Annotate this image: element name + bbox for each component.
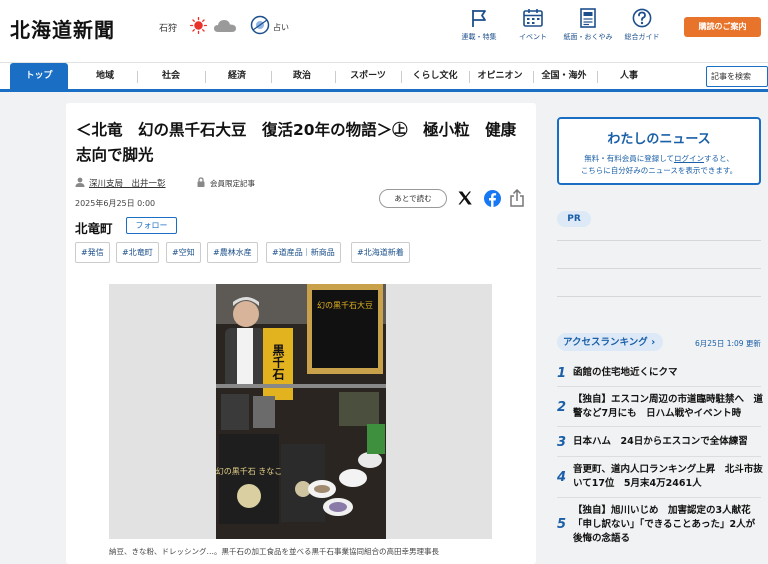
nav-divider	[401, 71, 402, 83]
photo-illustration: 黒千石 幻の黒千石大豆 幻の黒千石 きなこ	[109, 284, 492, 539]
newspaper-icon	[580, 8, 596, 28]
tab-world[interactable]: 全国・海外	[536, 63, 592, 90]
ranking-divider	[557, 497, 761, 498]
nav-divider	[469, 71, 470, 83]
nav-divider	[205, 71, 206, 83]
chevron-right-icon: ›	[651, 337, 656, 348]
tag-link[interactable]: #北竜町	[116, 242, 159, 263]
publish-date: 2025年6月25日 0:00	[75, 199, 156, 208]
site-logo[interactable]: 北海道新聞	[10, 14, 115, 43]
tab-lifestyle[interactable]: くらし文化	[405, 63, 465, 90]
nav-divider	[533, 71, 534, 83]
search-input[interactable]: 記事を検索	[706, 66, 768, 87]
nav-events-label: イベント	[519, 33, 547, 41]
tab-sports[interactable]: スポーツ	[340, 63, 396, 90]
tag-link[interactable]: #道産品｜新商品	[266, 242, 341, 263]
nav-guide[interactable]: 総合ガイド	[617, 8, 667, 42]
rank-number: 4	[557, 470, 567, 485]
box-label: 幻の黒千石大豆	[317, 300, 373, 310]
pr-divider	[557, 296, 761, 297]
area-name[interactable]: 北竜町	[75, 218, 113, 237]
nav-divider	[335, 71, 336, 83]
subscribe-button[interactable]: 購読のご案内	[684, 17, 761, 37]
my-news-box[interactable]: わたしのニュース 無料・有料会員に登録してログインすると、 こちらに自分好みのニ…	[557, 117, 761, 185]
rank-number: 1	[557, 366, 567, 381]
tab-personnel[interactable]: 人事	[606, 63, 652, 90]
rank-title: 音更町、道内人口ランキング上昇 北斗市抜いて17位 5月末4万2461人	[573, 464, 763, 489]
tab-top[interactable]: トップ	[10, 63, 68, 90]
facebook-share-icon[interactable]	[484, 190, 501, 207]
fortune-icon[interactable]	[250, 15, 270, 35]
nav-divider	[597, 71, 598, 83]
tag-link[interactable]: #農林水産	[207, 242, 258, 263]
photo-caption: 納豆、きな粉、ドレッシング…。黒千石の加工食品を並べる黒千石事業協同組合の高田幸…	[109, 547, 439, 556]
member-only-label: 会員限定記事	[210, 179, 255, 188]
rank-number: 3	[557, 435, 567, 450]
read-later-button[interactable]: あとで読む	[379, 189, 447, 208]
rank-number: 5	[557, 517, 567, 532]
article-title: ＜北竜 幻の黒千石大豆 復活20年の物語＞㊤ 極小粒 健康志向で脚光	[76, 121, 517, 164]
x-share-icon[interactable]	[457, 190, 473, 206]
fortune-link[interactable]: 占い	[273, 22, 289, 33]
nav-paper-label: 紙面・おくやみ	[563, 33, 613, 41]
lock-icon	[197, 177, 205, 187]
weather-location[interactable]: 石狩	[159, 21, 177, 34]
sun-icon	[190, 17, 207, 34]
my-news-description: 無料・有料会員に登録してログインすると、 こちらに自分好みのニュースを表示できま…	[559, 153, 759, 177]
rank-title: 【独自】エスコン周辺の市道臨時駐禁へ 道警など7月にも 日ハム戦やイベント時	[573, 394, 764, 419]
tab-region[interactable]: 地域	[80, 63, 130, 90]
calendar-icon	[523, 9, 543, 27]
nav-events[interactable]: イベント	[508, 8, 558, 42]
nav-divider	[271, 71, 272, 83]
ranking-divider	[557, 456, 761, 457]
category-nav: トップ 地域 社会 経済 政治 スポーツ くらし文化 オピニオン 全国・海外 人…	[0, 62, 768, 92]
ranking-title-text: アクセスランキング	[563, 337, 652, 348]
ranking-title[interactable]: アクセスランキング ›	[557, 334, 655, 348]
rank-title: 函館の住宅地近くにクマ	[573, 367, 678, 378]
follow-button[interactable]: フォロー	[126, 217, 177, 234]
nav-series-label: 連載・特集	[461, 33, 497, 41]
nav-paper[interactable]: 紙面・おくやみ	[563, 8, 613, 42]
my-news-text: こちらに自分好みのニュースを表示できます。	[580, 166, 738, 175]
nav-guide-label: 総合ガイド	[624, 33, 660, 41]
pr-divider	[557, 240, 761, 241]
tag-link[interactable]: #北海道新着	[351, 242, 410, 263]
nav-series[interactable]: 連載・特集	[454, 8, 504, 42]
ranking-divider	[557, 426, 761, 427]
pr-divider	[557, 268, 761, 269]
login-link[interactable]: ログイン	[674, 154, 704, 163]
bag-label: 幻の黒千石 きなこ	[216, 466, 283, 476]
product-label: 黒千石	[271, 344, 285, 381]
tag-link[interactable]: #空知	[166, 242, 201, 263]
ranking-updated: 6月25日 1:09 更新	[695, 339, 761, 348]
my-news-text: すると、	[704, 154, 734, 163]
help-icon	[632, 8, 652, 28]
tag-link[interactable]: #発信	[75, 242, 110, 263]
pr-badge: PR	[557, 211, 591, 227]
rank-number: 2	[557, 400, 567, 415]
rank-title: 日本ハム 24日からエスコンで全体練習	[573, 436, 748, 447]
flag-icon	[472, 10, 486, 27]
tab-politics[interactable]: 政治	[278, 63, 326, 90]
nav-divider	[137, 71, 138, 83]
article-photo: 黒千石 幻の黒千石大豆 幻の黒千石 きなこ	[109, 284, 492, 539]
share-icon[interactable]	[509, 189, 525, 207]
my-news-title: わたしのニュース	[607, 132, 711, 147]
site-header: 北海道新聞 石狩 占い 連載・特集 イベント 紙面・おくやみ 総合ガイド 購読の…	[0, 0, 768, 62]
tab-economy[interactable]: 経済	[212, 63, 262, 90]
cloud-icon	[214, 20, 236, 32]
ranking-divider	[557, 386, 761, 387]
read-later-label: あとで読む	[394, 194, 432, 203]
author-link[interactable]: 深川支局 出井一彰	[89, 177, 166, 189]
person-icon	[75, 177, 85, 187]
article-card: ＜北竜 幻の黒千石大豆 復活20年の物語＞㊤ 極小粒 健康志向で脚光 深川支局 …	[66, 103, 536, 564]
rank-title: 【独自】旭川いじめ 加害認定の3人献花「申し訳ない」「できることあった」2人が後…	[573, 505, 756, 544]
my-news-text: 無料・有料会員に登録して	[584, 154, 675, 163]
tab-society[interactable]: 社会	[146, 63, 196, 90]
tab-opinion[interactable]: オピニオン	[472, 63, 528, 90]
